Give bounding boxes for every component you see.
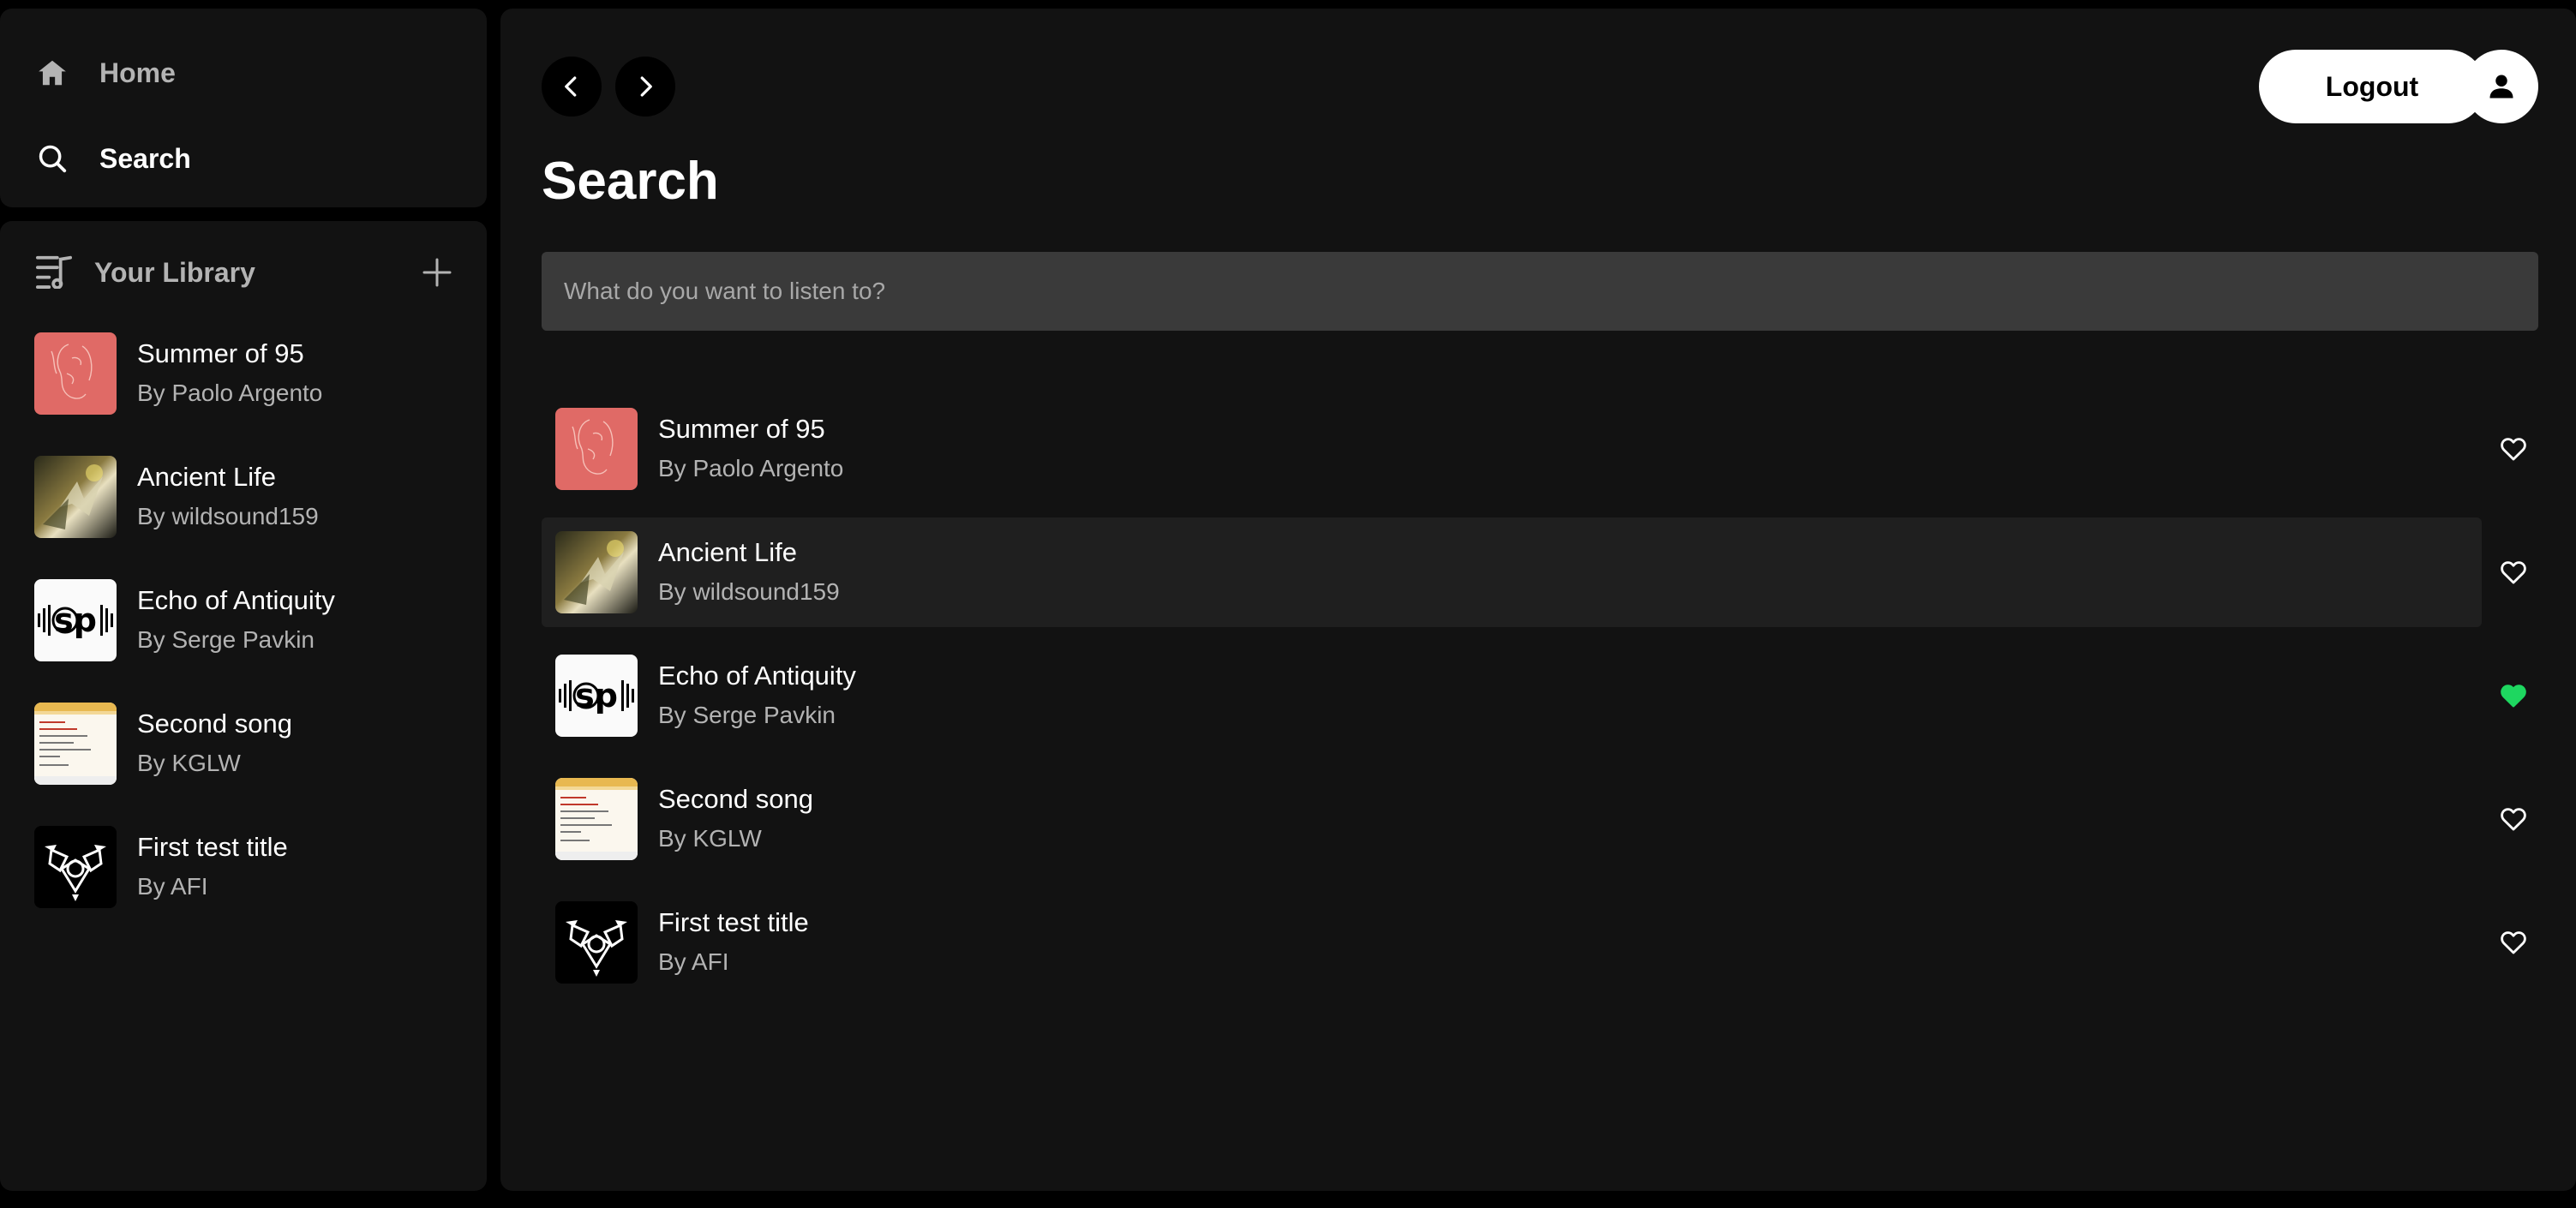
library-item[interactable]: Ancient Life By wildsound159 — [34, 456, 463, 538]
result-title: Ancient Life — [658, 537, 797, 567]
result-artist: By Serge Pavkin — [658, 702, 836, 728]
library-item[interactable]: First test title By AFI — [34, 826, 463, 908]
home-icon — [34, 55, 70, 91]
sidebar-nav: Home Search — [0, 9, 487, 207]
nav-home[interactable]: Home — [34, 55, 176, 91]
result-text: Echo of Antiquity By Serge Pavkin — [658, 659, 856, 733]
library-panel: Your Library Summer of 95 By Paolo Argent… — [0, 221, 487, 1191]
result-text: First test title By AFI — [658, 906, 809, 979]
library-list: Summer of 95 By Paolo Argento Ancient Life… — [34, 332, 463, 949]
album-cover — [555, 408, 638, 490]
library-item-artist: By Paolo Argento — [137, 380, 323, 406]
result-text: Summer of 95 By Paolo Argento — [658, 412, 843, 486]
nav-home-label: Home — [99, 57, 176, 88]
heart-icon[interactable] — [2499, 434, 2528, 463]
album-cover — [34, 332, 117, 415]
album-cover — [34, 456, 117, 538]
forward-button[interactable] — [615, 57, 675, 117]
album-cover: sp — [34, 579, 117, 661]
result-title: First test title — [658, 907, 809, 937]
result-title: Echo of Antiquity — [658, 661, 856, 691]
back-button[interactable] — [542, 57, 602, 117]
library-item-text: Echo of Antiquity By Serge Pavkin — [137, 583, 335, 657]
heart-icon[interactable] — [2499, 558, 2528, 587]
library-item-text: Ancient Life By wildsound159 — [137, 460, 319, 534]
library-item-text: Second song By KGLW — [137, 707, 292, 780]
heart-icon[interactable] — [2499, 928, 2528, 957]
result-row[interactable]: Summer of 95 By Paolo Argento — [542, 394, 2526, 504]
result-artist: By KGLW — [658, 825, 762, 852]
logout-button[interactable]: Logout — [2259, 50, 2485, 123]
search-input[interactable] — [542, 252, 2538, 331]
chevron-right-icon — [640, 76, 652, 97]
library-item-title: Echo of Antiquity — [137, 585, 335, 615]
user-icon — [2489, 75, 2513, 99]
result-text: Ancient Life By wildsound159 — [658, 535, 840, 609]
nav-search[interactable]: Search — [34, 141, 191, 176]
heart-filled-icon[interactable] — [2499, 681, 2528, 710]
album-cover — [555, 531, 638, 613]
album-cover: sp — [555, 655, 638, 737]
library-item[interactable]: sp Echo of Antiquity By Serge Pavkin — [34, 579, 463, 661]
search-results: Summer of 95 By Paolo Argento Ancient Life… — [542, 394, 2538, 1011]
page-title: Search — [542, 152, 719, 211]
chevron-left-icon — [565, 76, 577, 97]
result-row[interactable]: First test title By AFI — [542, 888, 2526, 997]
library-item-title: Second song — [137, 709, 292, 739]
library-icon — [34, 253, 74, 293]
album-cover — [34, 826, 117, 908]
nav-search-label: Search — [99, 142, 191, 174]
result-text: Second song By KGLW — [658, 782, 813, 856]
profile-button[interactable] — [2465, 50, 2538, 123]
library-item-artist: By AFI — [137, 873, 208, 900]
main-panel: Logout Search Summer of 95 By Paolo Argen… — [500, 9, 2576, 1191]
library-item-title: Summer of 95 — [137, 338, 304, 368]
result-artist: By Paolo Argento — [658, 455, 844, 481]
heart-icon[interactable] — [2499, 804, 2528, 834]
library-item-artist: By KGLW — [137, 750, 241, 776]
result-artist: By AFI — [658, 948, 729, 975]
result-title: Summer of 95 — [658, 414, 825, 444]
library-item-title: Ancient Life — [137, 462, 276, 492]
library-item[interactable]: Summer of 95 By Paolo Argento — [34, 332, 463, 415]
album-cover — [555, 901, 638, 984]
svg-text:sp: sp — [54, 601, 97, 639]
search-icon — [34, 141, 70, 176]
result-row[interactable]: sp Echo of Antiquity By Serge Pavkin — [542, 641, 2526, 751]
add-icon[interactable] — [420, 255, 454, 290]
library-item-artist: By wildsound159 — [137, 503, 319, 529]
library-item[interactable]: Second song By KGLW — [34, 703, 463, 785]
result-title: Second song — [658, 784, 813, 814]
library-title: Your Library — [94, 256, 255, 288]
album-cover — [555, 778, 638, 860]
library-item-title: First test title — [137, 832, 288, 862]
svg-text:sp: sp — [575, 677, 618, 715]
result-row[interactable]: Ancient Life By wildsound159 — [542, 517, 2526, 627]
library-item-text: Summer of 95 By Paolo Argento — [137, 337, 322, 410]
library-header[interactable]: Your Library — [34, 248, 454, 296]
result-row[interactable]: Second song By KGLW — [542, 764, 2526, 874]
library-item-artist: By Serge Pavkin — [137, 626, 315, 653]
album-cover — [34, 703, 117, 785]
result-artist: By wildsound159 — [658, 578, 840, 605]
library-item-text: First test title By AFI — [137, 830, 288, 904]
